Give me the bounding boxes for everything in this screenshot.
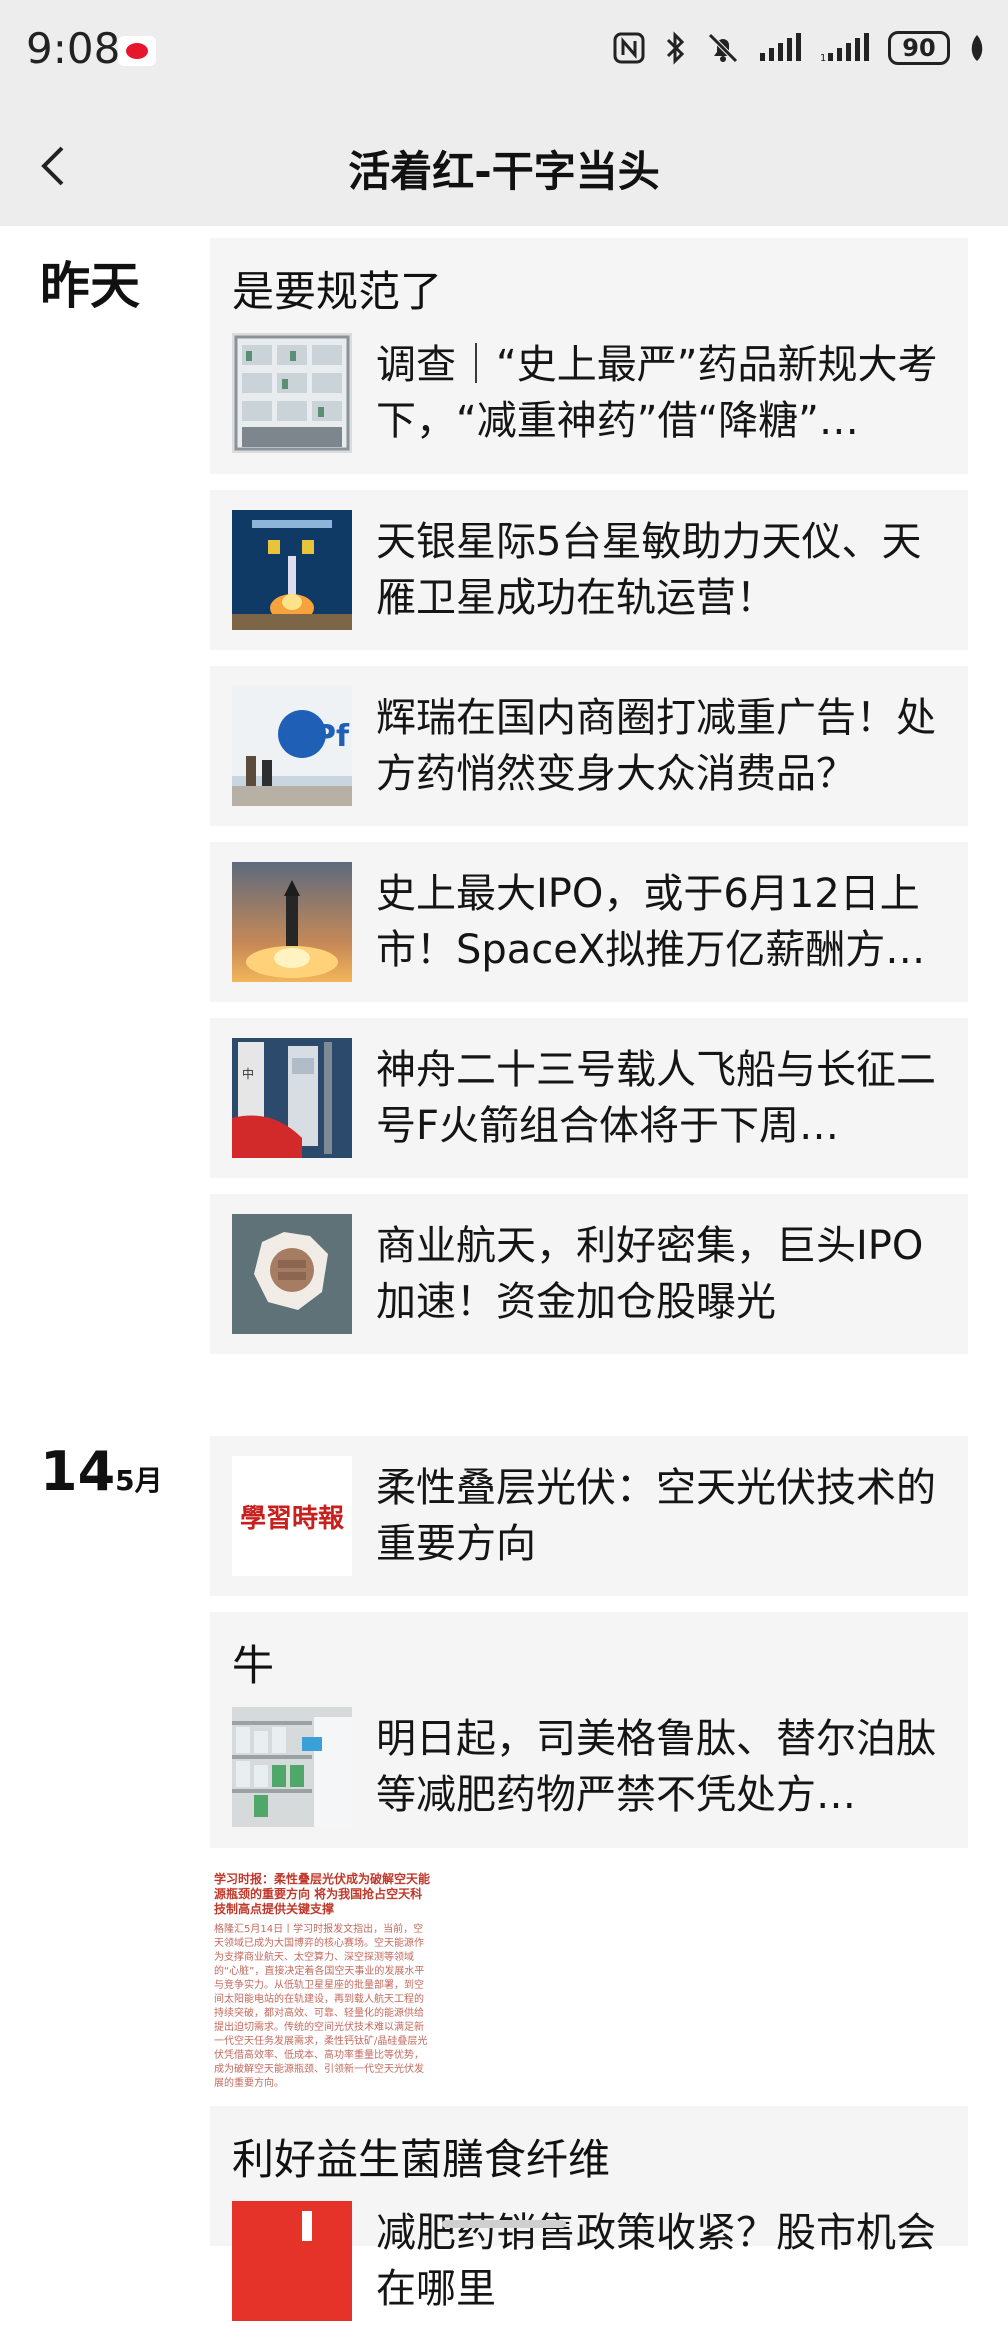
article-thumbnail (232, 1707, 352, 1827)
thumbnail-logo-text: 學習時報 (239, 1503, 344, 1534)
article-thumbnail (232, 510, 352, 630)
article-item[interactable]: 减肥药销售政策收紧？股市机会在哪里 (210, 2187, 968, 2341)
mute-bell-icon (706, 31, 740, 65)
leaf-icon (968, 33, 986, 63)
card-caption: 是要规范了 (232, 267, 443, 316)
date-month: 5月 (115, 1464, 163, 1497)
card-caption: 牛 (232, 1641, 275, 1690)
article-thumbnail (232, 862, 352, 982)
article-card[interactable]: 利好益生菌膳食纤维 减肥药销售政策收紧？股市机会在哪里 (210, 2106, 968, 2321)
article-card[interactable]: 學習時報 柔性叠层光伏：空天光伏技术的重要方向 (210, 1436, 968, 1596)
signal-icon (758, 33, 802, 63)
article-card[interactable]: 商业航天，利好密集，巨头IPO加速！资金加仓股曝光 (210, 1194, 968, 1354)
article-thumbnail: Pf (232, 686, 352, 806)
article-title: 史上最大IPO，或于6月12日上市！SpaceX拟推万亿薪酬方… (376, 871, 926, 973)
status-time: 9:08 (26, 24, 121, 73)
article-item[interactable]: 明日起，司美格鲁肽、替尔泊肽等减肥药物严禁不凭处方… (210, 1693, 968, 1847)
article-thumbnail (232, 333, 352, 453)
article-item[interactable]: 史上最大IPO，或于6月12日上市！SpaceX拟推万亿薪酬方… (210, 842, 968, 1002)
nfc-icon (612, 31, 646, 65)
date-label-may-14: 145月 (40, 1440, 163, 1503)
article-thumbnail (232, 2201, 352, 2321)
date-day: 14 (40, 1440, 116, 1503)
article-item[interactable]: 學習時報 柔性叠层光伏：空天光伏技术的重要方向 (210, 1436, 968, 1596)
clip-body: 格隆汇5月14日丨学习时报发文指出，当前，空天领域已成为大国博弈的核心赛场。空天… (214, 1924, 428, 2089)
article-item[interactable]: 调查｜“史上最严”药品新规大考下，“减重神药”借“降糖”… (210, 319, 968, 473)
svg-text:中: 中 (242, 1066, 254, 1081)
weibo-notification-icon (118, 36, 156, 66)
svg-text:Pf: Pf (314, 719, 350, 754)
article-card[interactable]: 牛 明日起，司美格鲁肽、替尔泊肽等减肥药物严禁不凭处方… (210, 1612, 968, 1848)
article-item[interactable]: 天银星际5台星敏助力天仪、天雁卫星成功在轨运营！ (210, 490, 968, 650)
status-bar: 9:08 1 90 (0, 0, 1008, 108)
page-title: 活着红-干字当头 (348, 147, 660, 196)
date-label-yesterday: 昨天 (40, 257, 140, 315)
top-bar: 活着红-干字当头 (0, 108, 1008, 226)
article-title: 辉瑞在国内商圈打减重广告！处方药悄然变身大众消费品？ (376, 695, 936, 797)
news-clip-image[interactable]: 学习时报：柔性叠层光伏成为破解空天能源瓶颈的重要方向 将为我国抢占空天科技制高点… (210, 1870, 436, 2090)
article-title: 调查｜“史上最严”药品新规大考下，“减重神药”借“降糖”… (376, 342, 938, 444)
article-title: 神舟二十三号载人飞船与长征二号F火箭组合体将于下周… (376, 1047, 936, 1149)
gesture-navigation-bar[interactable] (442, 2220, 566, 2228)
bluetooth-icon (664, 30, 688, 66)
article-thumbnail: 中 (232, 1038, 352, 1158)
clip-headline: 学习时报：柔性叠层光伏成为破解空天能源瓶颈的重要方向 将为我国抢占空天科技制高点… (214, 1872, 431, 1916)
article-title: 柔性叠层光伏：空天光伏技术的重要方向 (376, 1465, 936, 1567)
article-card[interactable]: 史上最大IPO，或于6月12日上市！SpaceX拟推万亿薪酬方… (210, 842, 968, 1002)
article-card[interactable]: 中 神舟二十三号载人飞船与长征二号F火箭组合体将于下周… (210, 1018, 968, 1178)
article-item[interactable]: Pf 辉瑞在国内商圈打减重广告！处方药悄然变身大众消费品？ (210, 666, 968, 826)
article-card[interactable]: Pf 辉瑞在国内商圈打减重广告！处方药悄然变身大众消费品？ (210, 666, 968, 826)
article-title: 天银星际5台星敏助力天仪、天雁卫星成功在轨运营！ (376, 519, 922, 621)
card-caption: 利好益生菌膳食纤维 (232, 2135, 611, 2184)
article-card[interactable]: 是要规范了 调查｜“史上最严”药品新规大考下，“减重神药”借“降糖”… (210, 238, 968, 474)
article-title: 商业航天，利好密集，巨头IPO加速！资金加仓股曝光 (376, 1223, 924, 1325)
svg-text:1: 1 (820, 53, 826, 63)
article-thumbnail (232, 1214, 352, 1334)
article-item[interactable]: 商业航天，利好密集，巨头IPO加速！资金加仓股曝光 (210, 1194, 968, 1354)
article-title: 明日起，司美格鲁肽、替尔泊肽等减肥药物严禁不凭处方… (376, 1716, 936, 1818)
status-icons: 1 90 (612, 30, 986, 66)
article-thumbnail: 學習時報 (232, 1456, 352, 1576)
article-card[interactable]: 天银星际5台星敏助力天仪、天雁卫星成功在轨运营！ (210, 490, 968, 650)
article-item[interactable]: 中 神舟二十三号载人飞船与长征二号F火箭组合体将于下周… (210, 1018, 968, 1178)
battery-icon: 90 (888, 31, 950, 65)
signal-icon: 1 (820, 33, 870, 63)
